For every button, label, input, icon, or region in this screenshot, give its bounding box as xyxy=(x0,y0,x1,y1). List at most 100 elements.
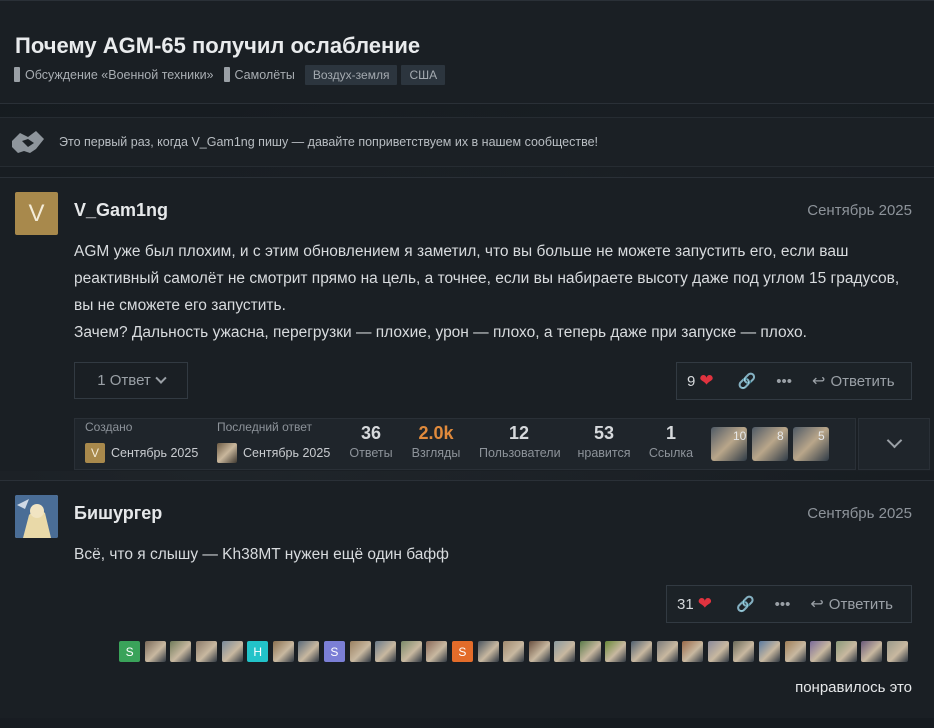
liker-avatar[interactable] xyxy=(144,641,166,662)
topic-title[interactable]: Почему AGM-65 получил ослабление xyxy=(15,33,420,59)
category-color-swatch xyxy=(223,67,230,82)
stat-label: Ответы xyxy=(349,446,393,460)
like-count[interactable]: 31 xyxy=(677,596,694,613)
username[interactable]: V_Gam1ng xyxy=(74,200,168,221)
liker-avatar[interactable] xyxy=(733,641,755,662)
category-label: Самолёты xyxy=(234,67,295,82)
chevron-down-icon xyxy=(886,432,903,449)
welcome-text: Это первый раз, когда V_Gam1ng пишу — да… xyxy=(59,135,599,149)
liker-avatar[interactable] xyxy=(272,641,294,662)
liker-avatar[interactable] xyxy=(170,641,192,662)
liker-avatar[interactable] xyxy=(835,641,857,662)
liker-avatar[interactable]: S xyxy=(451,641,473,662)
liker-avatar[interactable] xyxy=(579,641,601,662)
post-actions: 31 ❤ 🔗 ••• ↩ Ответить xyxy=(666,585,912,623)
reply-button[interactable]: ↩ Ответить xyxy=(810,594,893,614)
category-link-aircraft[interactable]: Самолёты xyxy=(223,67,295,82)
like-count[interactable]: 9 xyxy=(687,373,695,390)
show-replies-button[interactable]: 1 Ответ xyxy=(74,362,188,399)
replies-label: 1 Ответ xyxy=(97,372,151,389)
liker-avatar[interactable]: H xyxy=(247,641,269,662)
liker-avatar[interactable] xyxy=(682,641,704,662)
stat-label: нравится xyxy=(577,446,631,460)
stat-number: 12 xyxy=(508,423,530,443)
link-icon[interactable]: 🔗 xyxy=(736,595,755,613)
more-icon[interactable]: ••• xyxy=(776,373,792,390)
category-color-swatch xyxy=(14,67,20,82)
liker-avatar[interactable]: S xyxy=(323,641,345,662)
liker-avatar[interactable] xyxy=(759,641,781,662)
stat-label: Взгляды xyxy=(411,446,461,460)
created-date[interactable]: Сентябрь 2025 xyxy=(111,446,198,460)
stat-links: 1 Ссылка xyxy=(636,423,706,460)
more-icon[interactable]: ••• xyxy=(775,596,791,613)
last-replier-avatar[interactable] xyxy=(217,443,237,463)
reply-button[interactable]: ↩ Ответить xyxy=(812,371,895,391)
avatar[interactable]: V xyxy=(15,192,58,235)
liker-avatar[interactable] xyxy=(195,641,217,662)
stat-number: 36 xyxy=(360,423,382,443)
post-paragraph: Всё, что я слышу — Kh38MT нужен ещё один… xyxy=(74,546,449,563)
post-body: Всё, что я слышу — Kh38MT нужен ещё один… xyxy=(74,541,904,568)
liker-avatar[interactable] xyxy=(477,641,499,662)
liker-avatar[interactable] xyxy=(810,641,832,662)
participant-post-count: 8 xyxy=(777,429,784,443)
stat-likes: 53 нравится xyxy=(569,423,639,460)
participant-post-count: 5 xyxy=(818,429,825,443)
liker-avatar[interactable] xyxy=(861,641,883,662)
reply-arrow-icon: ↩ xyxy=(810,596,824,613)
liker-avatar[interactable] xyxy=(221,641,243,662)
reply-arrow-icon: ↩ xyxy=(812,373,826,390)
post: Бишургер Сентябрь 2025 Всё, что я слышу … xyxy=(0,480,934,718)
liker-avatar[interactable] xyxy=(707,641,729,662)
post-date[interactable]: Сентябрь 2025 xyxy=(807,202,912,219)
link-icon[interactable]: 🔗 xyxy=(738,372,757,390)
liker-avatar[interactable] xyxy=(554,641,576,662)
post-actions: 9 ❤ 🔗 ••• ↩ Ответить xyxy=(676,362,912,400)
liker-avatar[interactable] xyxy=(784,641,806,662)
liker-avatar[interactable] xyxy=(656,641,678,662)
liker-avatar[interactable]: S xyxy=(119,641,141,662)
created-label: Создано xyxy=(85,420,133,434)
liker-avatar[interactable] xyxy=(375,641,397,662)
page: Почему AGM-65 получил ослабление Обсужде… xyxy=(0,0,934,728)
stat-label: Ссылка xyxy=(648,446,694,460)
first-post-welcome-banner: Это первый раз, когда V_Gam1ng пишу — да… xyxy=(0,117,934,167)
heart-icon[interactable]: ❤ xyxy=(698,594,712,614)
stat-users: 12 Пользователи xyxy=(479,423,561,460)
last-reply-label: Последний ответ xyxy=(217,420,312,434)
handshake-icon xyxy=(12,131,44,153)
topic-map-expand-button[interactable] xyxy=(858,418,930,470)
tag-usa[interactable]: США xyxy=(401,64,446,85)
liked-this-text[interactable]: понравилось это xyxy=(795,679,912,696)
avatar[interactable] xyxy=(15,495,58,538)
topic-header: Почему AGM-65 получил ослабление Обсужде… xyxy=(0,0,934,104)
stat-replies: 36 Ответы xyxy=(336,423,406,460)
liker-avatar[interactable] xyxy=(528,641,550,662)
last-reply-date[interactable]: Сентябрь 2025 xyxy=(243,446,330,460)
liker-avatar[interactable] xyxy=(349,641,371,662)
post-date[interactable]: Сентябрь 2025 xyxy=(807,505,912,522)
post-body: AGM уже был плохим, и с этим обновлением… xyxy=(74,238,904,346)
liker-avatar[interactable] xyxy=(298,641,320,662)
liker-avatar[interactable] xyxy=(887,641,908,662)
topic-map: Создано V Сентябрь 2025 Последний ответ … xyxy=(74,418,856,470)
creator-avatar[interactable]: V xyxy=(85,443,105,463)
username[interactable]: Бишургер xyxy=(74,503,162,524)
stat-label: Пользователи xyxy=(479,446,561,460)
post: V V_Gam1ng Сентябрь 2025 AGM уже был пло… xyxy=(0,177,934,471)
category-label: Обсуждение «Военной техники» xyxy=(25,67,214,82)
tag-air-to-ground[interactable]: Воздух-земля xyxy=(304,64,398,85)
reply-label: Ответить xyxy=(828,595,893,613)
liker-avatar[interactable] xyxy=(503,641,525,662)
category-link-military[interactable]: Обсуждение «Военной техники» xyxy=(14,67,214,82)
post-paragraph: Зачем? Дальность ужасна, перегрузки — пл… xyxy=(74,324,807,341)
liker-avatar[interactable] xyxy=(426,641,448,662)
liker-avatar[interactable] xyxy=(400,641,422,662)
breadcrumb: Обсуждение «Военной техники» Самолёты Во… xyxy=(14,64,449,85)
heart-icon[interactable]: ❤ xyxy=(699,371,713,391)
chevron-down-icon xyxy=(155,372,167,384)
liker-avatar[interactable] xyxy=(605,641,627,662)
liker-avatar[interactable] xyxy=(631,641,653,662)
reply-label: Ответить xyxy=(830,372,895,390)
